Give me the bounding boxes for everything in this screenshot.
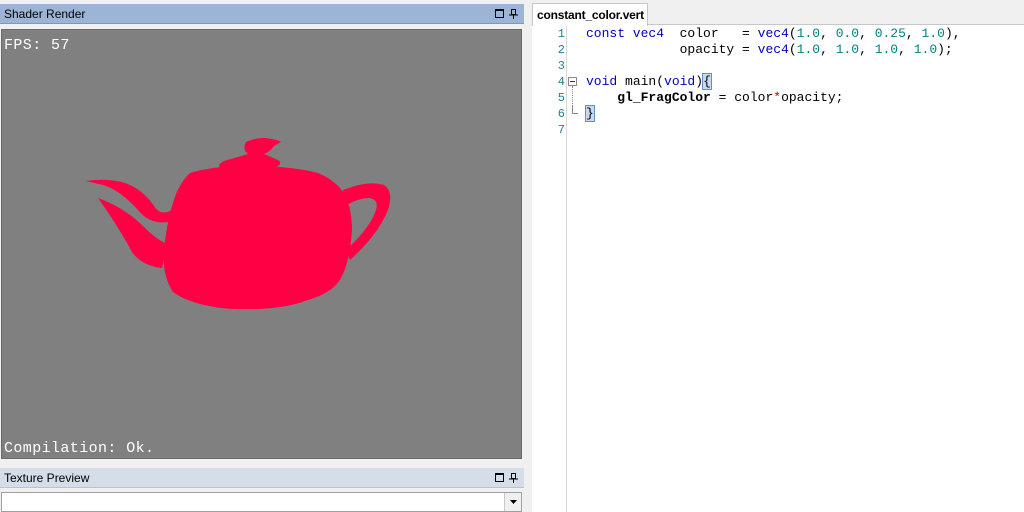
left-dock-column: Shader Render FPS: 57 Compilation: Ok. T… [0,0,526,512]
code-text: opacity = vec4(1.0, 1.0, 1.0, 1.0); [586,42,953,57]
pin-icon[interactable] [508,8,519,19]
code-text: gl_FragColor = color*opacity; [617,90,844,105]
fold-collapse-icon[interactable] [568,77,577,86]
shader-render-title: Shader Render [4,6,86,21]
dropdown-arrow-icon[interactable] [504,493,521,511]
line-number: 5 [557,91,565,105]
shader-render-viewport[interactable]: FPS: 57 Compilation: Ok. [1,29,522,459]
restore-window-icon[interactable] [494,472,505,483]
teapot-spout [86,179,177,268]
code-text: } [585,105,595,122]
line-number: 2 [557,43,565,57]
teapot-render [86,138,391,310]
line-number: 7 [557,123,565,137]
code-text-area[interactable]: 1 const vec4 color = vec4(1.0, 0.0, 0.25… [532,26,1024,512]
editor-tab-strip: constant_color.vert [532,0,1024,26]
code-text: const vec4 color = vec4(1.0, 0.0, 0.25, … [586,26,961,41]
code-line-1: 1 const vec4 color = vec4(1.0, 0.0, 0.25… [532,26,1024,42]
line-number: 1 [557,27,565,41]
texture-select-combobox[interactable] [1,492,522,512]
code-line-3: 3 [532,58,1024,74]
line-number: 4 [557,75,565,89]
compilation-status: Compilation: Ok. [4,440,155,457]
line-number: 3 [557,59,565,73]
teapot-body [163,166,352,310]
code-line-6: 6 } [532,105,1024,122]
code-line-5: 5 gl_FragColor = color*opacity; [532,90,1024,106]
line-number: 6 [557,107,565,121]
fold-guide-line [572,86,573,114]
shader-render-title-bar[interactable]: Shader Render [0,4,524,24]
code-line-2: 2 opacity = vec4(1.0, 1.0, 1.0, 1.0); [532,42,1024,58]
pin-icon[interactable] [508,472,519,483]
code-text: void main(void){ [586,73,712,90]
code-editor-pane: constant_color.vert 1 const vec4 color =… [532,0,1024,512]
teapot-lid [219,138,281,170]
tab-label: constant_color.vert [537,8,644,22]
texture-preview-title-bar[interactable]: Texture Preview [0,468,524,488]
tab-constant-color-vert[interactable]: constant_color.vert [532,3,648,26]
fps-readout: FPS: 57 [4,37,70,54]
code-line-4: 4 void main(void){ [532,73,1024,90]
code-line-7: 7 [532,122,1024,138]
restore-window-icon[interactable] [494,8,505,19]
teapot-shape [86,138,391,310]
texture-preview-title: Texture Preview [4,470,90,485]
